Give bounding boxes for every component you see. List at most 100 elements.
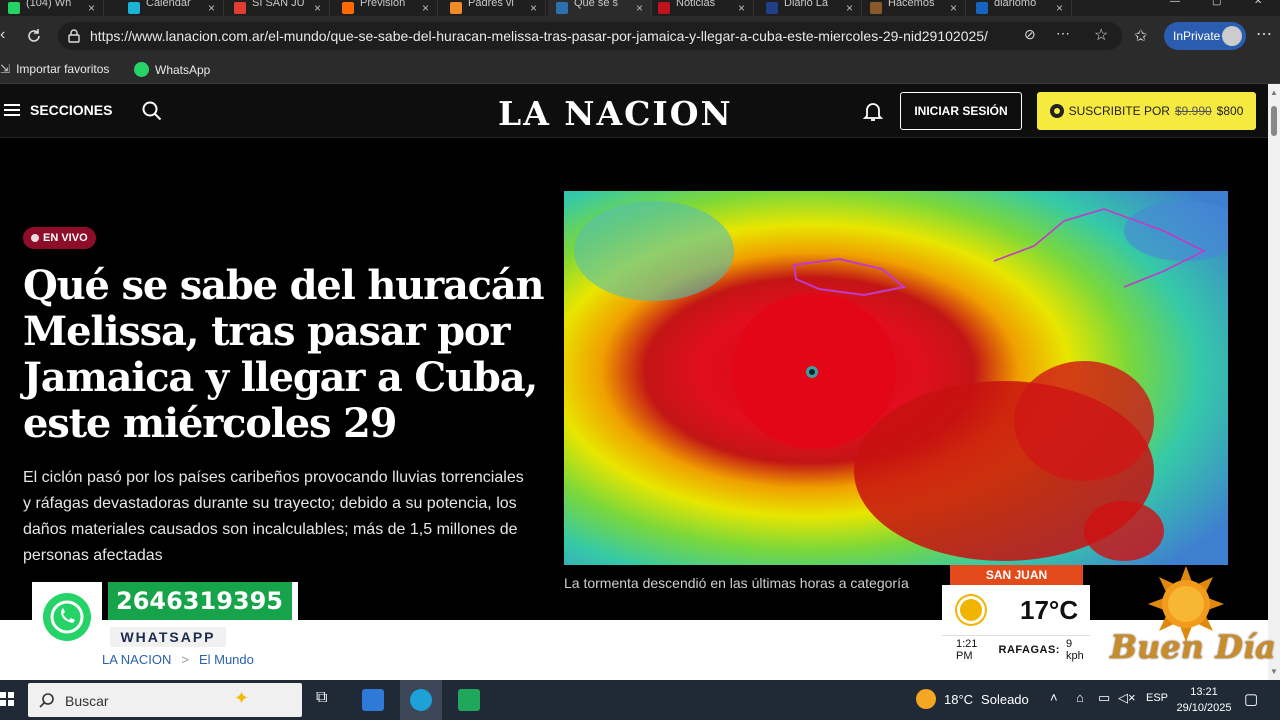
tab-title: Calendar xyxy=(146,0,191,9)
close-tab-icon[interactable]: × xyxy=(636,1,651,15)
scroll-down-icon[interactable]: ▼ xyxy=(1270,667,1278,676)
close-tab-icon[interactable]: × xyxy=(530,1,545,15)
back-icon[interactable]: ‹ xyxy=(0,26,5,44)
windows-taskbar: Buscar ✦ ⧉ 18°C Soleado ˄ ⌂ ▭ ◁× ESP 13:… xyxy=(0,680,1280,720)
browser-tab[interactable]: (104) Wh × xyxy=(0,0,104,16)
browser-tab[interactable]: Calendar × xyxy=(120,0,224,16)
clock-date: 29/10/2025 xyxy=(1176,702,1232,714)
hurricane-satellite-image[interactable] xyxy=(564,191,1228,565)
bookmark-import[interactable]: ⇲ Importar favoritos xyxy=(0,62,109,76)
sections-button[interactable]: SECCIONES xyxy=(4,102,112,118)
clock[interactable]: 13:21 29/10/2025 xyxy=(1176,684,1232,716)
browser-tab[interactable]: Qué se s × xyxy=(548,0,652,16)
scroll-thumb[interactable] xyxy=(1271,106,1277,136)
browser-tab[interactable]: diariomo × xyxy=(968,0,1072,16)
tab-title: Qué se s xyxy=(574,0,619,9)
sun-icon xyxy=(916,689,936,709)
refresh-icon[interactable] xyxy=(26,28,42,44)
tray-temperature: 18°C xyxy=(944,691,974,707)
app-grid-icon[interactable] xyxy=(458,689,480,711)
tab-title: Previsión xyxy=(360,0,406,9)
weather-panel: 17°C xyxy=(942,585,1090,635)
browser-tab[interactable]: SI SAN JU × xyxy=(226,0,330,16)
avatar xyxy=(1222,26,1242,46)
login-button[interactable]: INICIAR SESIÓN xyxy=(900,92,1022,130)
browser-tab[interactable]: Diario La × xyxy=(758,0,862,16)
tab-title: Padres vi xyxy=(468,0,514,9)
tab-favicon-icon xyxy=(450,2,462,14)
display-icon[interactable]: ▭ xyxy=(1098,690,1110,706)
tab-title: Hacemos xyxy=(888,0,935,9)
url-text: https://www.lanacion.com.ar/el-mundo/que… xyxy=(90,28,988,44)
favorite-star-icon[interactable]: ☆ xyxy=(1094,25,1108,45)
article-hero: EN VIVO Qué se sabe del huracán Melissa,… xyxy=(0,139,1268,620)
app-store-icon[interactable] xyxy=(362,689,384,711)
search-icon[interactable] xyxy=(142,101,162,121)
browser-tab[interactable]: Hacemos × xyxy=(862,0,966,16)
network-icon[interactable]: ⌂ xyxy=(1076,690,1084,705)
tab-favicon-icon xyxy=(976,2,988,14)
tab-title: Diario La xyxy=(784,0,829,9)
whatsapp-label: WHATSAPP xyxy=(110,627,226,647)
whatsapp-icon xyxy=(134,62,149,77)
article-summary: El ciclón pasó por los países caribeños … xyxy=(23,469,524,564)
tracking-prevention-icon[interactable]: ⊘ xyxy=(1024,26,1036,43)
sparkle-icon: ✦ xyxy=(234,688,250,708)
edge-browser-icon[interactable] xyxy=(410,689,432,711)
import-icon: ⇲ xyxy=(0,62,11,76)
favorites-icon[interactable]: ✩ xyxy=(1134,26,1147,46)
notification-icon[interactable]: ▢ xyxy=(1244,690,1258,708)
browser-tab[interactable]: Padres vi × xyxy=(442,0,546,16)
close-tab-icon[interactable]: × xyxy=(846,1,861,15)
windows-start-icon[interactable] xyxy=(0,692,14,706)
scroll-up-icon[interactable]: ▲ xyxy=(1270,88,1278,97)
close-tab-icon[interactable]: × xyxy=(422,1,437,15)
breadcrumb-section[interactable]: El Mundo xyxy=(199,652,254,667)
menu-icon[interactable]: ⋯ xyxy=(1256,24,1272,44)
close-tab-icon[interactable]: × xyxy=(314,1,329,15)
greeting-text: Buen Día xyxy=(1110,628,1276,666)
volume-muted-icon[interactable]: ◁× xyxy=(1118,690,1136,706)
browser-tab[interactable]: Noticias × xyxy=(650,0,754,16)
task-view-icon[interactable]: ⧉ xyxy=(316,689,338,711)
close-window-icon[interactable]: ✕ xyxy=(1254,0,1262,7)
minimize-icon[interactable]: — xyxy=(1170,0,1180,7)
breadcrumb: LA NACION > El Mundo xyxy=(102,652,254,667)
tab-favicon-icon xyxy=(8,2,20,14)
page-scrollbar[interactable]: ▲ ▼ xyxy=(1268,84,1280,680)
close-tab-icon[interactable]: × xyxy=(950,1,965,15)
weather-city: SAN JUAN xyxy=(950,565,1083,585)
language-indicator[interactable]: ESP xyxy=(1146,692,1168,704)
taskbar-search-input[interactable]: Buscar ✦ xyxy=(28,683,302,717)
browser-tab[interactable]: Previsión × xyxy=(334,0,438,16)
subscribe-button[interactable]: SUSCRIBITE POR $9.990 $800 xyxy=(1037,92,1256,130)
tab-favicon-icon xyxy=(128,2,140,14)
article-headline[interactable]: Qué se sabe del huracán Melissa, tras pa… xyxy=(23,263,553,447)
whatsapp-number: 2646319395 xyxy=(108,582,298,620)
close-tab-icon[interactable]: × xyxy=(208,1,223,15)
bookmark-whatsapp[interactable]: WhatsApp xyxy=(134,62,210,77)
tray-weather[interactable]: 18°C Soleado xyxy=(916,689,1029,709)
tab-title: diariomo xyxy=(994,0,1037,9)
subscribe-old-price: $9.990 xyxy=(1174,104,1212,118)
live-badge: EN VIVO xyxy=(23,227,96,249)
tab-favicon-icon xyxy=(870,2,882,14)
inprivate-label: InPrivate xyxy=(1173,29,1221,43)
site-logo[interactable]: LA NACION xyxy=(498,94,733,133)
breadcrumb-home[interactable]: LA NACION xyxy=(102,652,171,667)
close-tab-icon[interactable]: × xyxy=(1056,1,1071,15)
inprivate-button[interactable]: InPrivate xyxy=(1164,22,1246,50)
coin-icon xyxy=(1049,104,1064,118)
close-tab-icon[interactable]: × xyxy=(738,1,753,15)
chevron-up-icon[interactable]: ˄ xyxy=(1050,690,1058,705)
url-field[interactable]: https://www.lanacion.com.ar/el-mundo/que… xyxy=(58,22,1122,50)
maximize-icon[interactable]: ▢ xyxy=(1212,0,1221,7)
weather-gust-value: 9 kph xyxy=(1065,637,1084,662)
sun-icon xyxy=(960,599,982,621)
close-tab-icon[interactable]: × xyxy=(88,1,103,15)
more-options-icon[interactable]: ⋯ xyxy=(1056,25,1070,42)
browser-address-bar: ‹ https://www.lanacion.com.ar/el-mundo/q… xyxy=(0,16,1280,56)
bell-icon[interactable] xyxy=(862,100,884,122)
bookmarks-bar: ⇲ Importar favoritos WhatsApp xyxy=(0,56,1280,84)
browser-tab-bar: (104) Wh × Calendar × SI SAN JU × Previsión × Pa… xyxy=(0,0,1280,16)
